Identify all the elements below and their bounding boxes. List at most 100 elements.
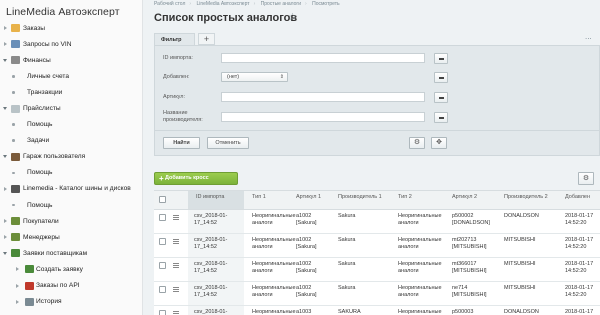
cancel-button[interactable]: Отменить	[207, 137, 249, 149]
sidebar-item[interactable]: Заказы	[0, 20, 142, 36]
sidebar-item[interactable]: Личные счета	[0, 68, 142, 84]
add-filter-tab-button[interactable]: +	[198, 33, 215, 45]
sidebar-item[interactable]: Помощь	[0, 117, 142, 133]
column-header-type1[interactable]: Тип 1	[252, 194, 266, 201]
sidebar-item[interactable]: Транзакции	[0, 84, 142, 100]
bullet-icon	[12, 123, 15, 126]
filter-more-icon[interactable]: ...	[585, 32, 592, 41]
import-id-input[interactable]	[221, 53, 425, 63]
article-input[interactable]	[221, 92, 425, 102]
sidebar-item-label: Гараж пользователя	[23, 153, 86, 161]
row-menu-icon[interactable]	[173, 287, 179, 292]
column-header-added[interactable]: Добавлен	[565, 194, 590, 201]
sidebar-item[interactable]: Помощь	[0, 197, 142, 213]
sidebar-item[interactable]: Менеджеры	[0, 229, 142, 245]
sidebar-item-label: Заявки поставщикам	[23, 249, 88, 257]
sidebar-item[interactable]: Заявки поставщикам	[0, 245, 142, 261]
cell-type2: Неоригинальные аналоги	[398, 237, 442, 250]
sidebar-item[interactable]: Покупатели	[0, 213, 142, 229]
chevron-right-icon[interactable]	[4, 26, 7, 31]
table-row[interactable]: csv_2018-01-17_14:52 Неоригинальные анало…	[154, 306, 600, 315]
column-header-id[interactable]: ID импорта	[188, 191, 244, 209]
cell-manufacturer2: DONALDSON	[504, 309, 539, 315]
breadcrumb-item[interactable]: Посмотреть	[312, 1, 340, 7]
row-checkbox[interactable]	[159, 238, 166, 245]
sidebar-item[interactable]: Запросы по VIN	[0, 36, 142, 52]
finance-icon	[11, 56, 20, 65]
remove-field-button[interactable]	[434, 112, 448, 123]
chevron-down-icon[interactable]	[3, 155, 7, 159]
sidebar-item[interactable]: Создать заявку	[0, 261, 142, 277]
chevron-right-icon[interactable]	[4, 186, 7, 191]
sidebar-item[interactable]: Гараж пользователя	[0, 149, 142, 165]
sidebar-item-label: История	[36, 298, 62, 306]
vin-requests-icon	[11, 40, 20, 49]
cell-manufacturer1: Sakura	[338, 261, 356, 267]
table-row[interactable]: csv_2018-01-17_14:52 Неоригинальные анало…	[154, 258, 600, 282]
select-all-checkbox[interactable]	[159, 196, 166, 203]
filter-divider	[155, 130, 599, 131]
history-icon	[25, 297, 34, 306]
row-checkbox[interactable]	[159, 262, 166, 269]
chevron-down-icon[interactable]	[3, 251, 7, 255]
sidebar-item[interactable]: Linemedia - Каталог шины и дисков	[0, 181, 142, 197]
row-menu-icon[interactable]	[173, 311, 179, 315]
chevron-right-icon[interactable]	[16, 283, 19, 288]
sidebar-item[interactable]: Финансы	[0, 52, 142, 68]
remove-field-button[interactable]	[434, 72, 448, 83]
breadcrumb-item[interactable]: Простые аналоги	[261, 1, 301, 7]
table-row[interactable]: csv_2018-01-17_14:52 Неоригинальные анало…	[154, 234, 600, 258]
api-orders-icon	[25, 281, 34, 290]
cell-article1: a1003	[296, 309, 312, 315]
chevron-right-icon[interactable]	[4, 219, 7, 224]
sidebar-item[interactable]: Задачи	[0, 133, 142, 149]
sidebar-item[interactable]: Заказы по API	[0, 278, 142, 294]
breadcrumb-item[interactable]: LineMedia Автоэксперт	[196, 1, 249, 7]
remove-field-button[interactable]	[434, 53, 448, 64]
column-header-manufacturer1[interactable]: Производитель 1	[338, 194, 382, 201]
row-menu-icon[interactable]	[173, 263, 179, 268]
cell-manufacturer2: MITSUBISHI	[504, 285, 536, 291]
sidebar-item-label: Прайслисты	[23, 105, 61, 113]
chevron-right-icon[interactable]	[16, 299, 19, 304]
row-menu-icon[interactable]	[173, 215, 179, 220]
column-header-article1[interactable]: Артикул 1	[296, 194, 322, 201]
filter-panel: ID импорта: Добавлен: (нет) ⇕ Артикул: Н…	[154, 45, 600, 156]
row-checkbox[interactable]	[159, 214, 166, 221]
column-header-manufacturer2[interactable]: Производитель 2	[504, 194, 550, 201]
remove-field-button[interactable]	[434, 92, 448, 103]
cell-added: 2018-01-17 14:52:20	[565, 285, 594, 298]
table-row[interactable]: csv_2018-01-17_14:52 Неоригинальные анало…	[154, 210, 600, 234]
move-icon[interactable]: ✥	[431, 137, 447, 149]
cell-type2: Неоригинальные аналоги	[398, 309, 442, 315]
add-cross-button[interactable]: + Добавить кросс	[154, 172, 238, 185]
sidebar-item-label: Менеджеры	[23, 233, 60, 241]
row-checkbox[interactable]	[159, 310, 166, 315]
chevron-right-icon[interactable]	[4, 235, 7, 240]
gear-icon[interactable]: ⚙	[409, 137, 425, 149]
sidebar-item-label: Личные счета	[27, 72, 70, 80]
chevron-right-icon[interactable]	[16, 267, 19, 272]
row-menu-icon[interactable]	[173, 239, 179, 244]
chevron-right-icon[interactable]	[4, 42, 7, 47]
sidebar-item[interactable]: История	[0, 294, 142, 310]
column-header-type2[interactable]: Тип 2	[398, 194, 412, 201]
added-select[interactable]: (нет) ⇕	[221, 72, 288, 82]
cell-type1: Неоригинальные аналоги	[252, 309, 296, 315]
star-icon[interactable]: ☆	[288, 12, 297, 23]
cell-article1: a1002 [Sakura]	[296, 213, 317, 226]
manufacturer-input[interactable]	[221, 112, 425, 122]
sidebar-item-label: Заказы по API	[36, 282, 80, 290]
cell-article2: mt202713 [MITSUBISHI]	[452, 237, 487, 250]
chevron-down-icon[interactable]	[3, 107, 7, 111]
chevron-down-icon[interactable]	[3, 58, 7, 62]
table-settings-gear-icon[interactable]: ⚙	[578, 172, 594, 185]
find-button[interactable]: Найти	[163, 137, 200, 149]
row-checkbox[interactable]	[159, 286, 166, 293]
table-header: ID импорта Тип 1 Артикул 1 Производитель…	[154, 191, 600, 210]
sidebar-item[interactable]: Прайслисты	[0, 100, 142, 116]
breadcrumb-item[interactable]: Рабочий стол	[154, 1, 185, 7]
table-row[interactable]: csv_2018-01-17_14:52 Неоригинальные анало…	[154, 282, 600, 306]
column-header-article2[interactable]: Артикул 2	[452, 194, 478, 201]
sidebar-item[interactable]: Помощь	[0, 165, 142, 181]
